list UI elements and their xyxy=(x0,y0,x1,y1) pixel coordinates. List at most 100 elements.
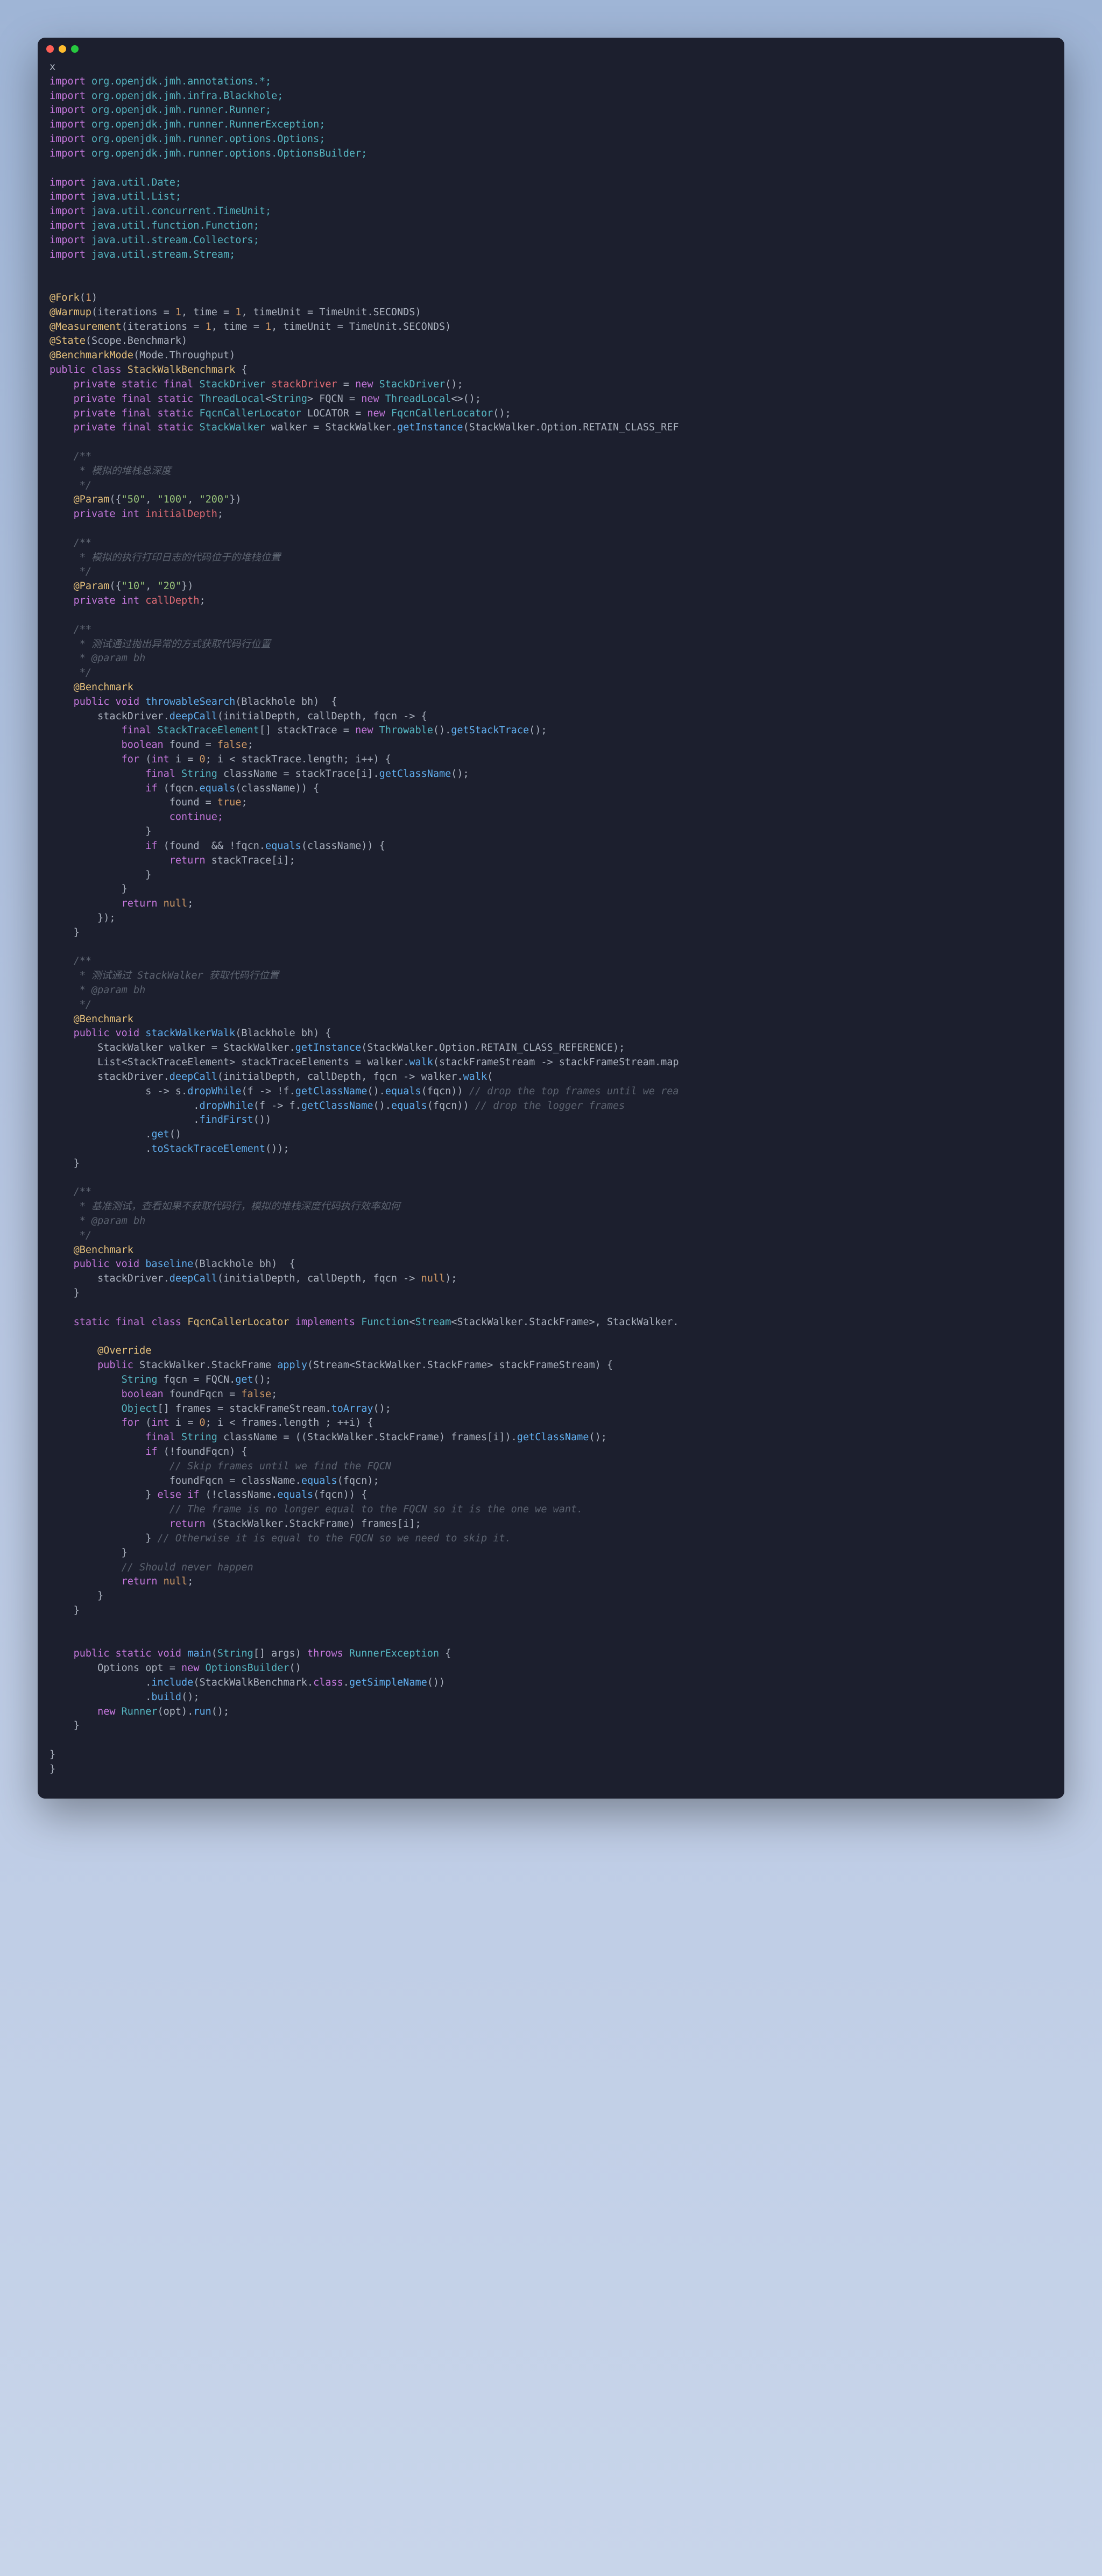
kw-import: import xyxy=(50,76,86,87)
comment: /** xyxy=(74,1186,91,1198)
args: (initialDepth, callDepth, fqcn -> { xyxy=(217,711,427,722)
code-area[interactable]: x import org.openjdk.jmh.annotations.*; … xyxy=(38,56,1064,1799)
rest: LOCATOR = xyxy=(301,408,368,419)
kw-import: import xyxy=(50,249,86,260)
comment: * 测试通过 StackWalker 获取代码行位置 xyxy=(74,970,279,981)
expr: (StackWalker.StackFrame) frames[i]; xyxy=(211,1518,421,1530)
method: getClassName xyxy=(301,1100,373,1112)
kw-implements: implements xyxy=(289,1317,362,1328)
paren: ( xyxy=(487,1071,493,1082)
string: "50" xyxy=(122,494,146,505)
type: OptionsBuilder xyxy=(206,1662,289,1674)
method: getInstance xyxy=(295,1042,362,1053)
type: Object xyxy=(122,1403,158,1414)
method: getClassName xyxy=(517,1432,589,1443)
minimize-icon[interactable] xyxy=(59,45,66,53)
pkg-text: java.util.List; xyxy=(86,191,181,202)
num: 0 xyxy=(199,754,205,765)
angle: < xyxy=(409,1317,415,1328)
method: dropWhile xyxy=(187,1086,241,1097)
rest: ; i < stackTrace.length; i++) { xyxy=(206,754,391,765)
args: (stackFrameStream -> stackFrameStream.ma… xyxy=(433,1057,679,1068)
comment: * @param bh xyxy=(74,985,146,996)
null: null xyxy=(421,1273,446,1284)
method: walk xyxy=(463,1071,488,1082)
parens: (); xyxy=(589,1432,606,1443)
parens: (); xyxy=(181,1692,199,1703)
kw-for: for xyxy=(122,1417,146,1428)
method: findFirst xyxy=(199,1114,253,1126)
annotation-measurement: @Measurement xyxy=(50,321,122,332)
annotation-override: @Override xyxy=(97,1345,151,1356)
kw-return: return xyxy=(122,898,164,909)
kw-new: new xyxy=(361,393,385,405)
kw: public void xyxy=(74,1028,146,1039)
maximize-icon[interactable] xyxy=(71,45,79,53)
method: include xyxy=(151,1677,193,1688)
num: 1 xyxy=(206,321,211,332)
kw-final: final xyxy=(145,1432,181,1443)
brace: } xyxy=(74,1287,80,1299)
kw-continue: continue; xyxy=(169,811,223,823)
parens: (); xyxy=(253,1374,271,1385)
brace: } xyxy=(74,927,80,938)
kw-new: new xyxy=(181,1662,206,1674)
type: String xyxy=(271,393,307,405)
cond: (found && !fqcn. xyxy=(164,840,265,852)
type: Runner xyxy=(122,1706,158,1717)
var: i = xyxy=(169,1417,200,1428)
type: ThreadLocal xyxy=(385,393,451,405)
args: (Mode.Throughput) xyxy=(133,350,235,361)
pkg-text: org.openjdk.jmh.runner.Runner; xyxy=(86,104,271,116)
eq: = xyxy=(337,379,355,390)
comment: /** xyxy=(74,451,91,462)
comment: /** xyxy=(74,624,91,635)
args: (StackWalkBenchmark. xyxy=(193,1677,313,1688)
call: stackDriver. xyxy=(97,711,169,722)
dot: . xyxy=(145,1143,151,1155)
brace: } xyxy=(74,1158,80,1169)
method: deepCall xyxy=(169,711,217,722)
method-name: apply xyxy=(277,1360,307,1371)
kw: public class xyxy=(50,364,128,376)
rest: [] stackTrace = xyxy=(259,725,355,736)
brace: } xyxy=(122,883,128,895)
num: 0 xyxy=(199,1417,205,1428)
kw-return: return xyxy=(122,1576,164,1587)
args: (initialDepth, callDepth, fqcn -> xyxy=(217,1273,421,1284)
annotation-param: @Param xyxy=(74,581,110,592)
comment: */ xyxy=(74,566,91,577)
close-icon[interactable] xyxy=(46,45,54,53)
kw: static final class xyxy=(74,1317,188,1328)
args: (fqcn)) xyxy=(421,1086,469,1097)
annotation-param: @Param xyxy=(74,494,110,505)
args: (iterations = xyxy=(122,321,206,332)
method: get xyxy=(235,1374,253,1385)
annotation-fork: @Fork xyxy=(50,292,80,303)
rest: walker = StackWalker. xyxy=(265,422,397,433)
annotation-warmup: @Warmup xyxy=(50,307,91,318)
kw-new: new xyxy=(355,725,379,736)
dot: . xyxy=(193,1100,199,1112)
kw-import: import xyxy=(50,206,86,217)
dot: . xyxy=(343,1677,349,1688)
comment: * @param bh xyxy=(74,653,146,664)
rest: (className)) { xyxy=(301,840,385,852)
bool: false xyxy=(217,739,248,751)
args: , time = xyxy=(211,321,265,332)
kw: public xyxy=(97,1360,139,1371)
field: callDepth xyxy=(145,595,199,606)
args: }) xyxy=(229,494,241,505)
args: (StackWalker.Option.RETAIN_CLASS_REFEREN… xyxy=(361,1042,625,1053)
field: initialDepth xyxy=(145,508,217,520)
annotation-benchmark: @Benchmark xyxy=(74,682,133,693)
dot: . xyxy=(145,1129,151,1140)
args: (iterations = xyxy=(91,307,175,318)
pkg-text: java.util.concurrent.TimeUnit; xyxy=(86,206,271,217)
string: "100" xyxy=(158,494,188,505)
method: getClassName xyxy=(295,1086,368,1097)
null: null xyxy=(164,898,188,909)
var: [] frames = stackFrameStream. xyxy=(157,1403,331,1414)
kw-import: import xyxy=(50,177,86,188)
pkg-text: java.util.stream.Stream; xyxy=(86,249,235,260)
